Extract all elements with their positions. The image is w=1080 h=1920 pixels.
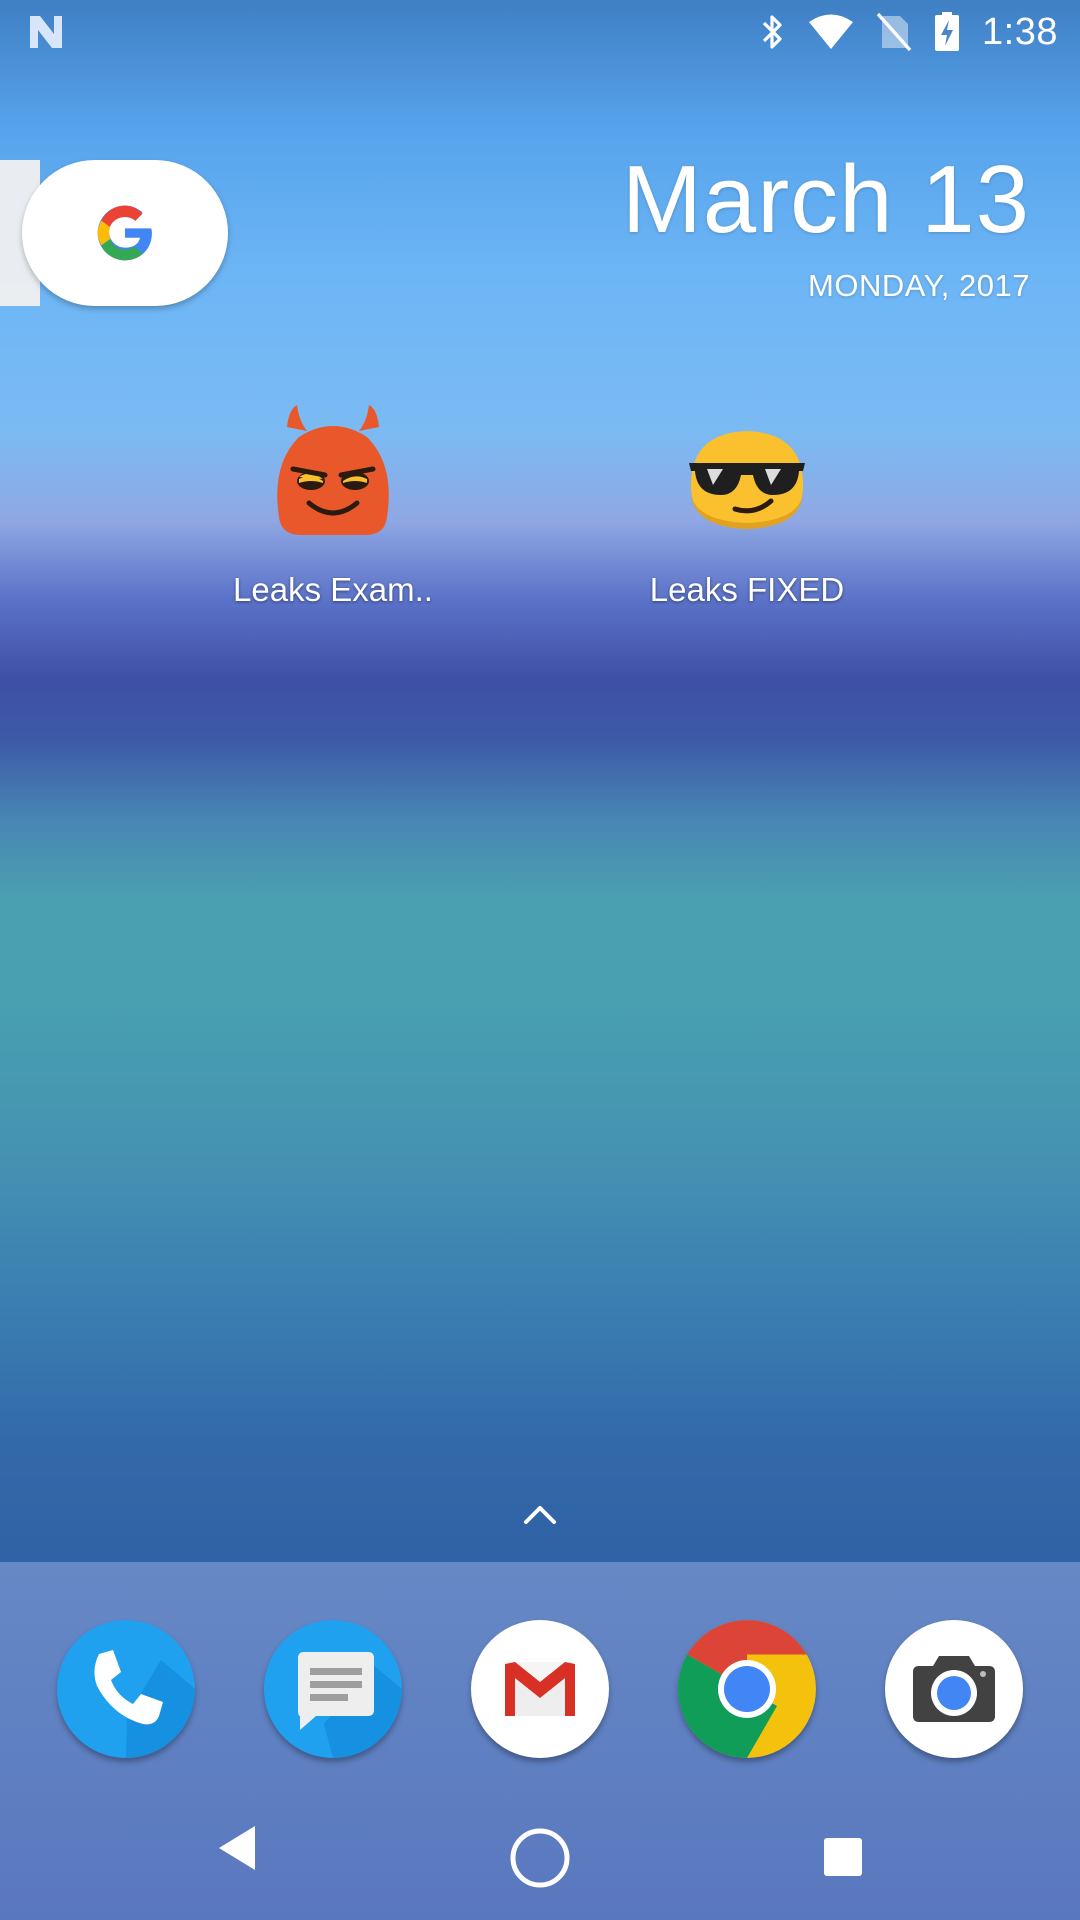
n-notification-icon [30,16,62,48]
messages-app-button[interactable] [264,1620,402,1758]
wifi-icon [809,14,854,49]
google-search-button[interactable] [22,160,228,306]
app-leaks-example[interactable]: Leaks Exam.. [203,405,463,609]
battery-charging-icon [935,12,960,51]
gmail-icon [505,1662,575,1716]
app-leaks-fixed[interactable]: Leaks FIXED [617,405,877,609]
chrome-icon [678,1620,816,1758]
app-label: Leaks Exam.. [233,571,433,608]
date-widget-day-year[interactable]: MONDAY, 2017 [808,268,1030,304]
app-label: Leaks FIXED [649,571,845,608]
messages-icon [264,1620,402,1758]
camera-app-button[interactable] [885,1620,1023,1758]
devil-emoji-icon [277,405,389,535]
status-bar[interactable]: 1:38 [0,0,1080,63]
gmail-app-button[interactable] [471,1620,609,1758]
no-sim-icon [876,12,912,52]
phone-icon [57,1620,195,1758]
sunglasses-emoji-icon [689,431,805,529]
app-drawer-arrow-icon[interactable] [520,1500,560,1530]
chrome-app-button[interactable] [678,1620,816,1758]
back-icon[interactable] [215,1822,259,1874]
google-g-icon [97,205,152,261]
status-clock: 1:38 [982,10,1058,53]
date-widget-date[interactable]: March 13 [622,145,1030,255]
home-icon[interactable] [508,1826,572,1890]
phone-app-button[interactable] [57,1620,195,1758]
bluetooth-icon [762,15,782,49]
recents-icon[interactable] [823,1837,863,1877]
camera-icon [913,1656,995,1722]
